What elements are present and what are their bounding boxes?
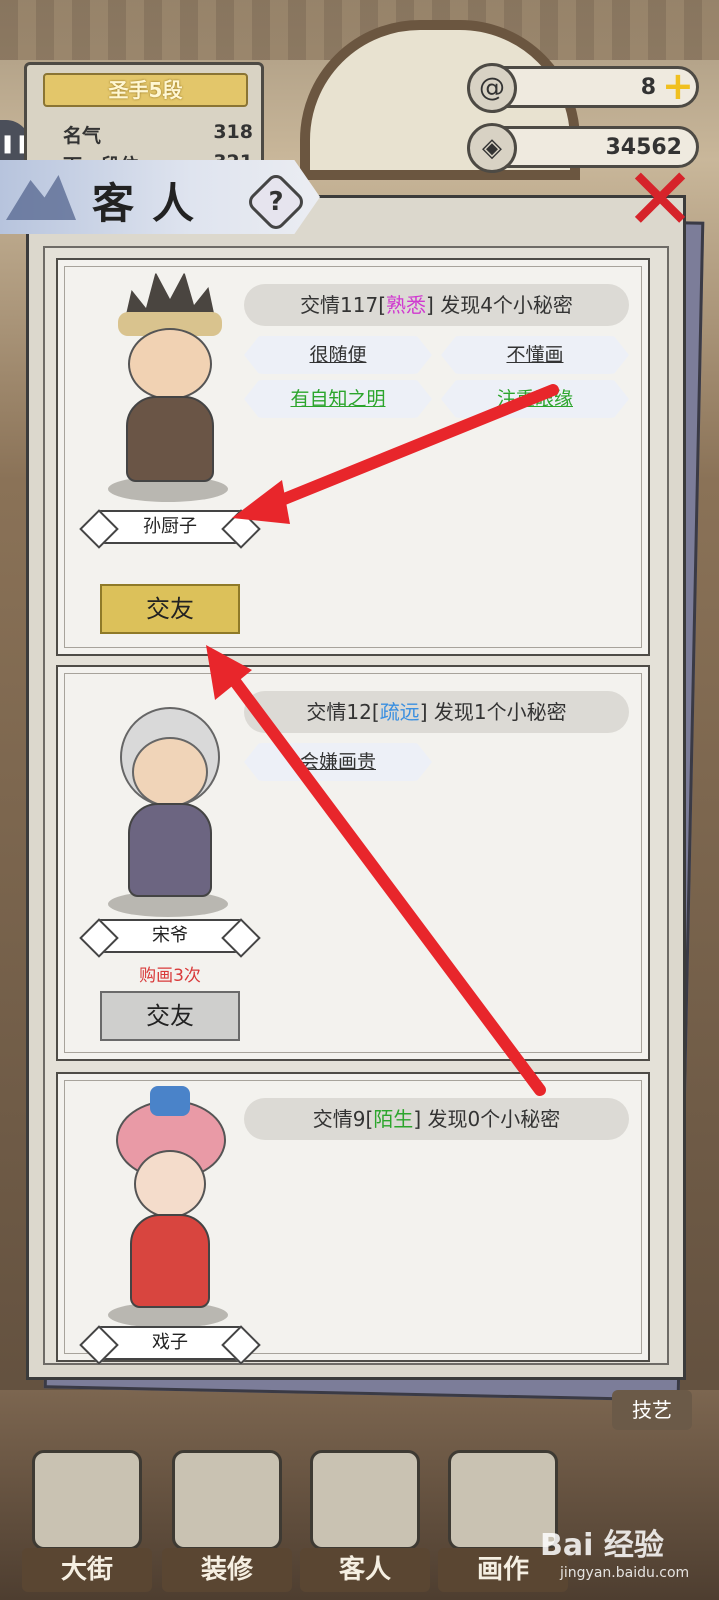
arrow-to-button	[222, 666, 546, 1096]
craft-tab[interactable]: 技艺	[612, 1390, 692, 1430]
nav-guests[interactable]: 客人	[300, 1430, 430, 1600]
watermark-url: jingyan.baidu.com	[560, 1565, 690, 1581]
nav-decor-label: 装修	[162, 1548, 292, 1592]
annotation-arrows	[206, 384, 559, 1096]
nav-decor[interactable]: 装修	[162, 1430, 292, 1600]
girl-avatar-icon	[310, 1450, 420, 1550]
nav-paint[interactable]: 画作	[438, 1430, 568, 1600]
gate-icon	[32, 1450, 142, 1550]
arrow-head	[232, 480, 290, 524]
nav-guests-label: 客人	[300, 1548, 430, 1592]
nav-street[interactable]: 大街	[22, 1430, 152, 1600]
nav-street-label: 大街	[22, 1548, 152, 1592]
watermark-logo: Bai 经验	[540, 1528, 664, 1563]
arrow-to-name	[256, 384, 559, 514]
scroll-book-icon	[172, 1450, 282, 1550]
